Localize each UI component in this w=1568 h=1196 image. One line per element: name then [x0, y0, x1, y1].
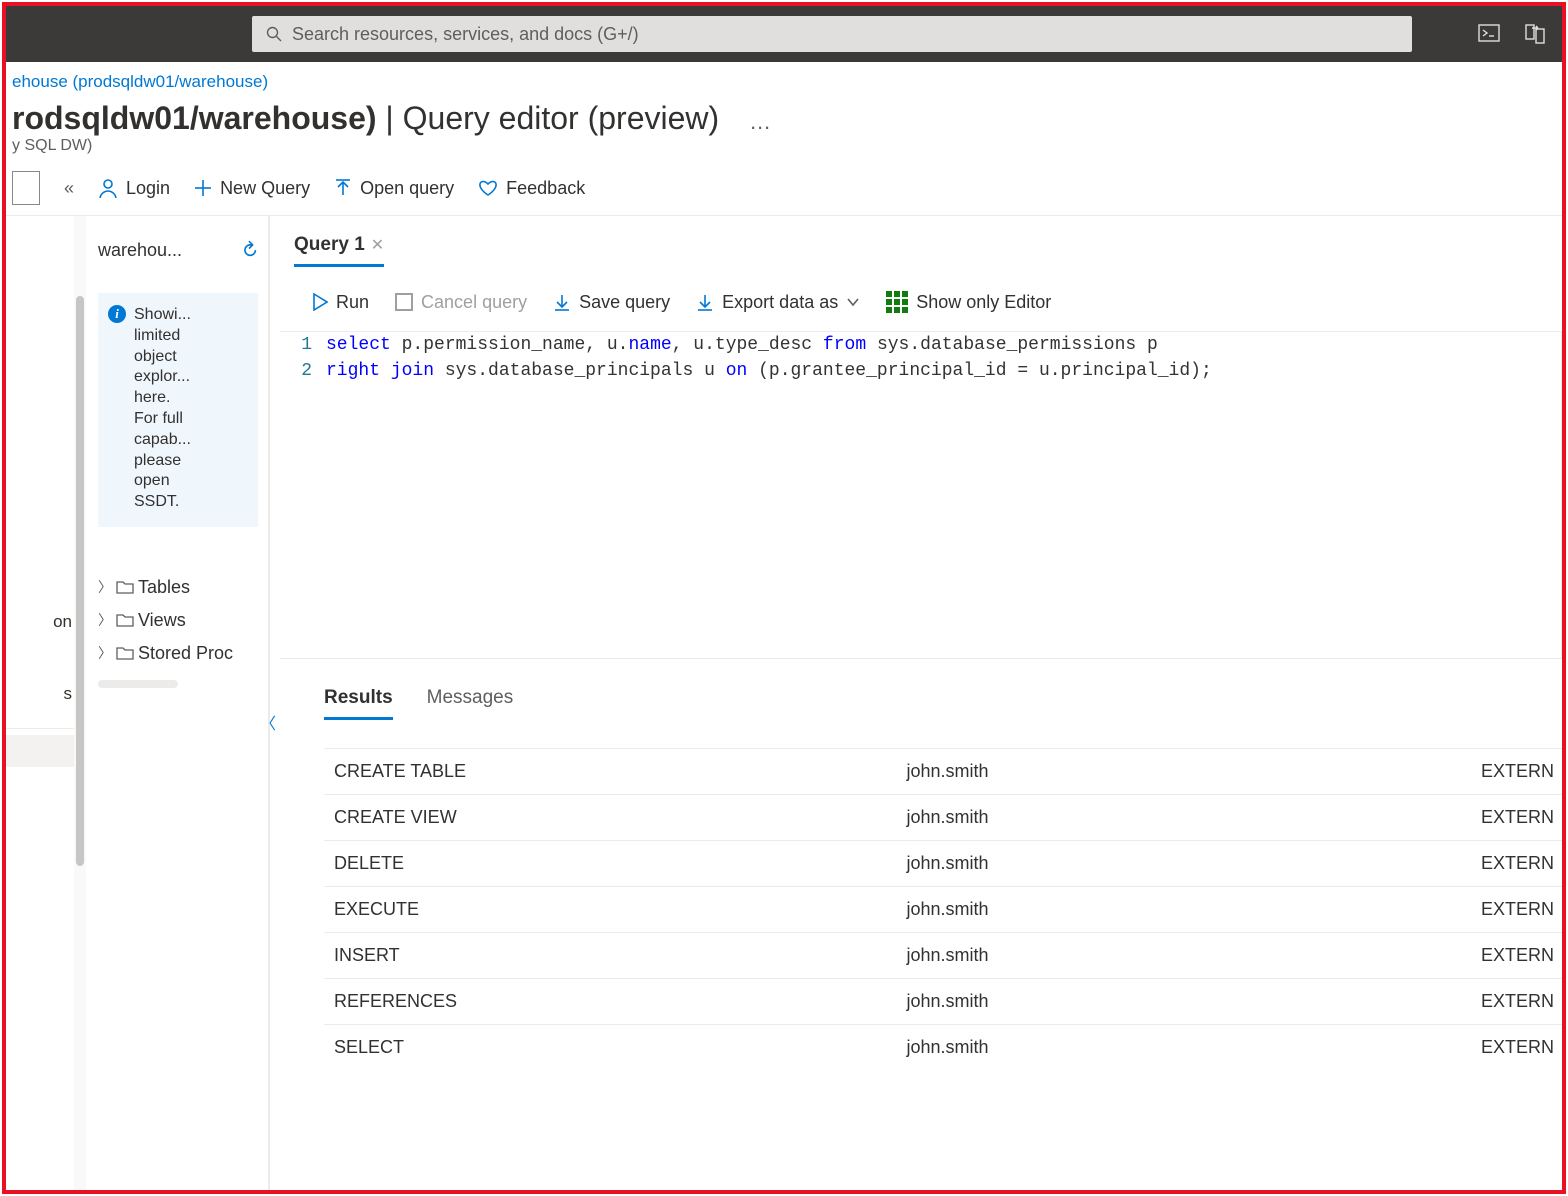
search-placeholder: Search resources, services, and docs (G+… [292, 24, 639, 45]
info-text: Showi... limited object explor... here. … [134, 305, 191, 513]
table-row[interactable]: CREATE TABLEjohn.smithEXTERN [324, 749, 1562, 795]
global-search-input[interactable]: Search resources, services, and docs (G+… [252, 16, 1412, 52]
messages-tab[interactable]: Messages [427, 687, 514, 720]
chevron-right-icon: 〉 [98, 643, 112, 663]
table-cell: john.smith [899, 841, 1473, 887]
blade-nav-item[interactable]: on [6, 606, 74, 638]
table-cell: REFERENCES [324, 979, 899, 1025]
table-row[interactable]: REFERENCESjohn.smithEXTERN [324, 979, 1562, 1025]
table-row[interactable]: CREATE VIEWjohn.smithEXTERN [324, 795, 1562, 841]
sql-editor[interactable]: 1select p.permission_name, u.name, u.typ… [280, 331, 1562, 659]
table-row[interactable]: DELETEjohn.smithEXTERN [324, 841, 1562, 887]
person-icon [98, 178, 118, 198]
resource-type-subtitle: y SQL DW) [6, 137, 1562, 161]
code-line[interactable]: right join sys.database_principals u on … [326, 358, 1212, 384]
table-cell: EXTERN [1473, 887, 1562, 933]
cancel-query-button: Cancel query [395, 292, 527, 313]
chevron-down-icon [846, 297, 860, 307]
folder-icon [116, 646, 134, 660]
query-toolbar: Run Cancel query Save query Export data … [270, 267, 1562, 331]
table-cell: john.smith [899, 1025, 1473, 1071]
database-name: warehou... [98, 240, 231, 261]
plus-icon [194, 179, 212, 197]
table-cell: john.smith [899, 795, 1473, 841]
table-row[interactable]: EXECUTEjohn.smithEXTERN [324, 887, 1562, 933]
query-tab-label: Query 1 [294, 234, 365, 256]
heart-icon [478, 179, 498, 197]
folder-icon [116, 613, 134, 627]
results-tab[interactable]: Results [324, 687, 393, 720]
table-cell: EXTERN [1473, 749, 1562, 795]
new-query-button[interactable]: New Query [194, 178, 310, 199]
collapse-explorer-icon[interactable]: 〈 [260, 710, 276, 734]
results-pane: Results Messages CREATE TABLEjohn.smithE… [270, 659, 1562, 1190]
login-button[interactable]: Login [98, 178, 170, 199]
tree-item-stored-procs[interactable]: 〉 Stored Proc [98, 637, 258, 670]
table-cell: SELECT [324, 1025, 899, 1071]
table-cell: EXTERN [1473, 979, 1562, 1025]
blade-search-box[interactable] [12, 171, 40, 205]
explorer-h-scrollbar[interactable] [98, 680, 178, 688]
table-cell: john.smith [899, 933, 1473, 979]
breadcrumb-link[interactable]: ehouse (prodsqldw01/warehouse) [12, 72, 268, 91]
directory-switch-icon[interactable] [1524, 23, 1546, 45]
upload-icon [334, 179, 352, 197]
table-row[interactable]: INSERTjohn.smithEXTERN [324, 933, 1562, 979]
table-cell: CREATE TABLE [324, 749, 899, 795]
feedback-button[interactable]: Feedback [478, 178, 585, 199]
download-icon [553, 293, 571, 311]
blade-nav: on s [6, 216, 74, 1190]
cloud-shell-icon[interactable] [1478, 23, 1500, 43]
stop-icon [395, 293, 413, 311]
table-cell: INSERT [324, 933, 899, 979]
table-cell: CREATE VIEW [324, 795, 899, 841]
export-data-button[interactable]: Export data as [696, 292, 860, 313]
results-table: CREATE TABLEjohn.smithEXTERNCREATE VIEWj… [324, 748, 1562, 1070]
info-icon: i [108, 305, 126, 323]
table-cell: john.smith [899, 979, 1473, 1025]
open-query-button[interactable]: Open query [334, 178, 454, 199]
page-title: rodsqldw01/warehouse) | Query editor (pr… [12, 100, 719, 137]
close-icon[interactable]: ✕ [371, 235, 384, 255]
object-explorer: warehou... ↻ i Showi... limited object e… [86, 216, 270, 1190]
table-cell: john.smith [899, 749, 1473, 795]
play-icon [312, 293, 328, 311]
more-menu[interactable]: … [749, 109, 773, 135]
nav-scrollbar[interactable] [74, 216, 86, 1190]
grid-icon [886, 291, 908, 313]
query-tab[interactable]: Query 1 ✕ [294, 234, 384, 267]
collapse-nav-icon[interactable]: « [64, 178, 74, 199]
line-number: 2 [280, 358, 326, 384]
tree-item-tables[interactable]: 〉 Tables [98, 571, 258, 604]
save-query-button[interactable]: Save query [553, 292, 670, 313]
show-only-editor-button[interactable]: Show only Editor [886, 291, 1051, 313]
breadcrumb: ehouse (prodsqldw01/warehouse) [6, 62, 1562, 96]
table-cell: EXTERN [1473, 795, 1562, 841]
folder-icon [116, 580, 134, 594]
code-line[interactable]: select p.permission_name, u.name, u.type… [326, 332, 1158, 358]
refresh-icon[interactable]: ↻ [235, 236, 265, 266]
download-icon [696, 293, 714, 311]
chevron-right-icon: 〉 [98, 610, 112, 630]
table-cell: EXTERN [1473, 1025, 1562, 1071]
table-cell: EXTERN [1473, 933, 1562, 979]
main-panel: Query 1 ✕ Run Cancel query Save query [270, 216, 1562, 1190]
table-cell: DELETE [324, 841, 899, 887]
search-icon [266, 26, 282, 42]
table-cell: EXTERN [1473, 841, 1562, 887]
info-card: i Showi... limited object explor... here… [98, 293, 258, 527]
blade-nav-item-active[interactable] [6, 735, 74, 767]
table-row[interactable]: SELECTjohn.smithEXTERN [324, 1025, 1562, 1071]
line-number: 1 [280, 332, 326, 358]
table-cell: EXECUTE [324, 887, 899, 933]
blade-nav-item[interactable]: s [6, 678, 74, 710]
tree-item-views[interactable]: 〉 Views [98, 604, 258, 637]
chevron-right-icon: 〉 [98, 577, 112, 597]
top-bar: Search resources, services, and docs (G+… [6, 6, 1562, 62]
command-bar: « Login New Query Open query Feedback [6, 161, 1562, 216]
run-button[interactable]: Run [312, 292, 369, 313]
table-cell: john.smith [899, 887, 1473, 933]
